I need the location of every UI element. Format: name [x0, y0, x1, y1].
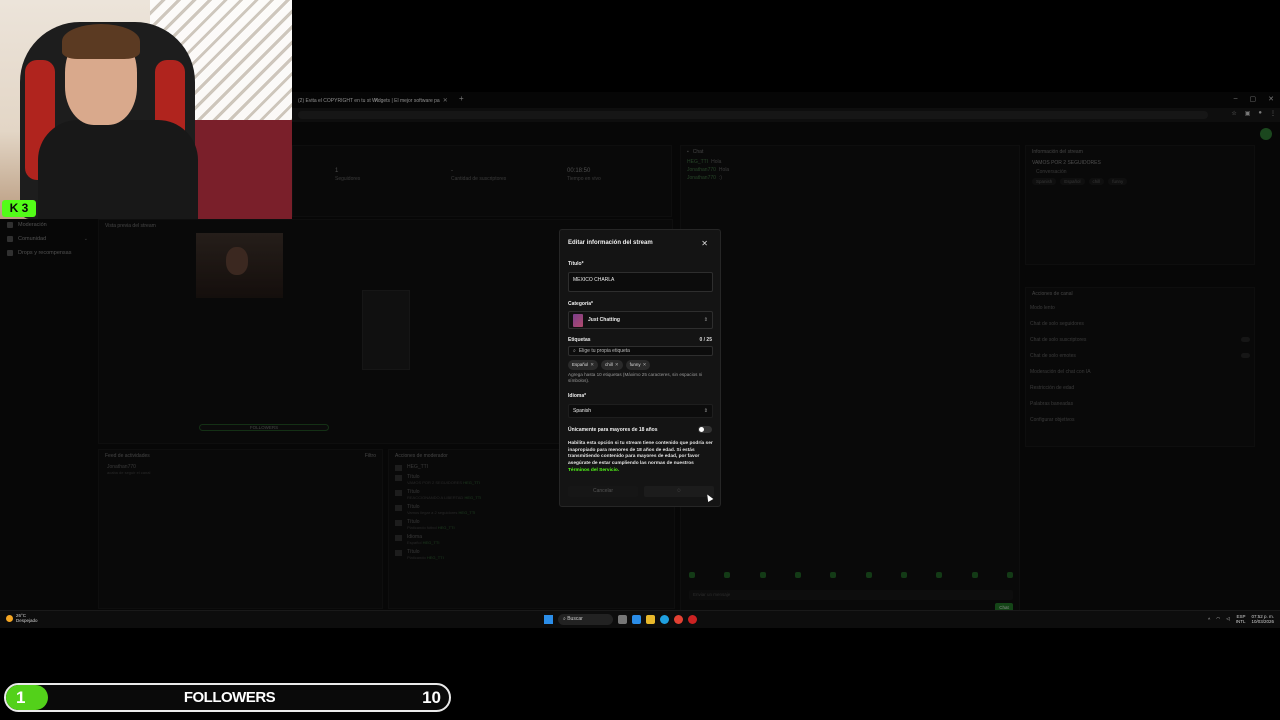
- modal-actions: Cancelar ◌: [568, 486, 714, 497]
- language-select[interactable]: Spanish ⇕: [568, 404, 713, 418]
- weather-widget[interactable]: 26°C Despejado: [6, 613, 38, 624]
- tags-label: Etiquetas: [568, 337, 591, 343]
- viewer-count: 3: [21, 201, 29, 215]
- person-hair: [62, 24, 140, 59]
- tags-search-input[interactable]: ⌕ Elige tu propia etiqueta: [568, 346, 713, 356]
- tag-chip[interactable]: chill ✕: [601, 360, 623, 370]
- terms-link[interactable]: Términos del Servicio.: [568, 468, 619, 473]
- windows-taskbar: 26°C Despejado ⌕ Buscar ^ ◠ ◁ ESP INTL 07…: [0, 610, 1280, 628]
- tag-chip-label: funny: [629, 362, 641, 367]
- taskbar-apps: ⌕ Buscar: [544, 614, 697, 625]
- remove-tag-icon[interactable]: ✕: [590, 362, 594, 368]
- taskbar-search[interactable]: ⌕ Buscar: [558, 614, 613, 625]
- goal-label: FOLLOWERS: [183, 689, 276, 706]
- lang-bottom: INTL: [1235, 619, 1246, 625]
- tags-hint: Agrega hasta 10 etiquetas (Máximo 25 car…: [568, 372, 703, 384]
- followers-goal-bar: 1 FOLLOWERS 10: [4, 683, 451, 712]
- close-icon[interactable]: ✕: [701, 239, 708, 248]
- search-label: Buscar: [567, 616, 583, 622]
- language-label: Idioma*: [568, 393, 587, 399]
- tag-chips: Español ✕ chill ✕ funny ✕: [568, 360, 651, 370]
- app-icon[interactable]: [632, 615, 641, 624]
- language-indicator[interactable]: ESP INTL: [1236, 614, 1246, 625]
- modal-title: Editar información del stream: [568, 240, 653, 246]
- tag-chip-label: chill: [605, 362, 613, 367]
- lang-top: ESP: [1236, 614, 1246, 619]
- tags-placeholder: Elige tu propia etiqueta: [578, 348, 630, 354]
- obs-icon[interactable]: [688, 615, 697, 624]
- title-input[interactable]: MEXICO CHARLA: [568, 272, 713, 292]
- weather-text: 26°C Despejado: [16, 613, 38, 624]
- windows-start-icon[interactable]: [544, 615, 553, 624]
- cancel-button[interactable]: Cancelar: [568, 486, 638, 497]
- tag-chip[interactable]: funny ✕: [625, 360, 651, 370]
- person-shirt: [38, 120, 198, 219]
- warning-text: Habilita esta opción si tu stream tiene …: [568, 441, 713, 467]
- edge-icon[interactable]: [660, 615, 669, 624]
- time: 07:52 p. m.: [1251, 614, 1274, 619]
- category-value: Just Chatting: [588, 317, 620, 323]
- search-icon: ⌕: [573, 348, 576, 354]
- adult-content-warning: Habilita esta opción si tu stream tiene …: [568, 441, 716, 475]
- edit-stream-info-modal: Editar información del stream ✕ Título* …: [559, 229, 721, 507]
- category-label: Categoría*: [568, 301, 594, 307]
- title-label: Título*: [568, 261, 584, 267]
- clock[interactable]: 07:52 p. m. 10/03/2026: [1251, 614, 1274, 625]
- chevron-up-icon[interactable]: ^: [1208, 617, 1210, 622]
- webcam-overlay: K 3: [0, 0, 292, 219]
- kick-badge: K 3: [2, 200, 36, 217]
- kick-logo-letter: K: [9, 201, 19, 215]
- system-tray: ^ ◠ ◁ ESP INTL 07:52 p. m. 10/03/2026: [1208, 614, 1274, 625]
- tag-chip[interactable]: Español ✕: [568, 360, 599, 370]
- category-thumbnail: [573, 313, 583, 327]
- sun-icon: [6, 614, 13, 622]
- tag-chip-label: Español: [572, 362, 589, 367]
- remove-tag-icon[interactable]: ✕: [615, 362, 619, 368]
- date: 10/03/2026: [1251, 619, 1274, 625]
- chevron-updown-icon: ⇕: [703, 317, 708, 323]
- language-value: Spanish: [573, 408, 592, 414]
- chevron-updown-icon: ⇕: [703, 408, 708, 414]
- wifi-icon[interactable]: ◠: [1216, 616, 1220, 622]
- tags-count: 0 / 25: [699, 337, 712, 343]
- chrome-icon[interactable]: [674, 615, 683, 624]
- weather-desc: Despejado: [16, 618, 38, 624]
- background-bed: [195, 120, 292, 219]
- file-icon[interactable]: [618, 615, 627, 624]
- weather-temp: 26°C: [16, 613, 27, 618]
- remove-tag-icon[interactable]: ✕: [643, 362, 647, 368]
- folder-icon[interactable]: [646, 615, 655, 624]
- adult-content-label: Únicamente para mayores de 18 años: [568, 427, 658, 433]
- volume-icon[interactable]: ◁: [1226, 616, 1229, 622]
- category-select[interactable]: Just Chatting ⇕: [568, 311, 713, 329]
- goal-target: 10: [422, 688, 441, 707]
- adult-content-toggle[interactable]: [698, 426, 712, 433]
- spinner-icon: ◌: [677, 488, 681, 494]
